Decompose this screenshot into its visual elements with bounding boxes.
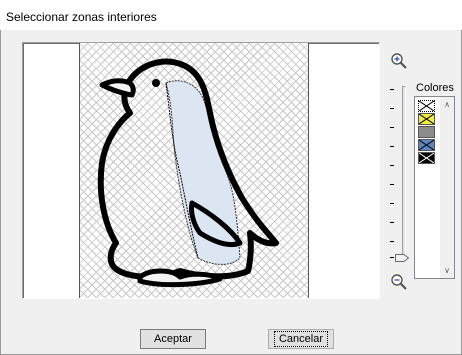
color-swatch-gray[interactable] [418,126,435,138]
accept-button-label: Aceptar [154,333,192,345]
colors-label: Colores [416,82,454,94]
slider-tick [390,89,394,90]
scroll-down-icon[interactable]: ∨ [443,267,451,275]
title-bar: Seleccionar zonas interiores [0,0,462,30]
slider-tick [390,222,394,223]
slider-tick [390,108,394,109]
colors-scrollbar[interactable]: ∧ ∨ [440,97,454,278]
color-swatch-blue[interactable] [418,139,435,151]
scroll-up-icon[interactable]: ∧ [443,101,451,109]
zoom-slider-thumb[interactable] [395,253,410,262]
color-swatch-yellow[interactable] [418,113,435,125]
slider-tick [390,146,394,147]
zoom-slider-track[interactable] [402,86,406,258]
colors-list[interactable]: ∧ ∨ [414,96,455,279]
slider-tick [390,127,394,128]
slider-tick [390,203,394,204]
zoom-in-icon[interactable] [390,52,408,70]
slider-tick [390,165,394,166]
design-canvas[interactable] [79,43,309,299]
window-title: Seleccionar zonas interiores [6,10,157,24]
slider-tick [390,241,394,242]
zoom-out-icon[interactable] [390,273,408,291]
color-swatch-black[interactable] [418,152,435,164]
cancel-button-label: Cancelar [273,331,329,347]
color-swatch-none[interactable] [418,100,435,112]
cancel-button[interactable]: Cancelar [268,329,334,349]
penguin-eye [152,79,160,87]
preview-panel [22,42,380,299]
slider-tick [390,257,394,258]
slider-tick [390,184,394,185]
penguin-design[interactable] [80,43,308,299]
accept-button[interactable]: Aceptar [140,329,206,349]
penguin-beak [99,78,136,98]
